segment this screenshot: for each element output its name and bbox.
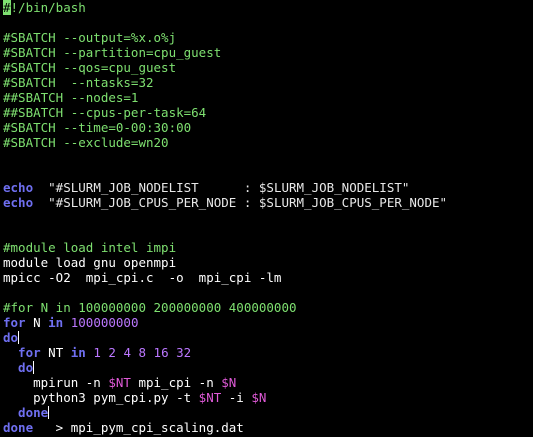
matching-cursor-marker bbox=[18, 331, 20, 344]
matching-cursor-marker bbox=[48, 406, 50, 419]
code-token: N bbox=[25, 315, 49, 330]
code-token: in bbox=[70, 345, 86, 360]
code-token: for bbox=[3, 345, 41, 360]
code-token: mpirun -n bbox=[3, 375, 109, 390]
code-token: $NT bbox=[198, 390, 222, 405]
code-line[interactable] bbox=[0, 210, 533, 225]
code-token: ##SBATCH --nodes=1 bbox=[3, 90, 139, 105]
code-line[interactable]: done > mpi_pym_cpi_scaling.dat bbox=[0, 420, 533, 435]
code-token: #for N in 100000000 200000000 400000000 bbox=[3, 300, 297, 315]
code-token: $SLURM_JOB_CPUS_PER_NODE bbox=[258, 195, 440, 210]
code-token: #SBATCH --ntasks=32 bbox=[3, 75, 154, 90]
code-token: echo bbox=[3, 180, 34, 195]
code-token: done bbox=[3, 405, 49, 420]
code-token: 100000000 bbox=[63, 315, 139, 330]
code-token: do bbox=[3, 330, 19, 345]
code-token: #SBATCH --exclude=wn20 bbox=[3, 135, 169, 150]
code-line[interactable]: #module load intel impi bbox=[0, 240, 533, 255]
code-token: for bbox=[3, 315, 26, 330]
code-token: echo bbox=[3, 195, 34, 210]
matching-cursor-marker bbox=[33, 361, 35, 374]
code-line[interactable] bbox=[0, 165, 533, 180]
code-token: > mpi_pym_cpi_scaling.dat bbox=[33, 420, 244, 435]
code-line[interactable]: ##SBATCH --nodes=1 bbox=[0, 90, 533, 105]
code-token: python3 pym_cpi.py -t bbox=[3, 390, 199, 405]
code-line[interactable]: #!/bin/bash bbox=[0, 0, 533, 15]
block-cursor: # bbox=[3, 0, 11, 15]
code-token: mpicc -O2 mpi_cpi.c -o mpi_cpi -lm bbox=[3, 270, 282, 285]
code-token: done bbox=[3, 420, 34, 435]
code-token: in bbox=[48, 315, 64, 330]
code-line[interactable] bbox=[0, 225, 533, 240]
code-token: -i bbox=[221, 390, 252, 405]
code-line[interactable] bbox=[0, 285, 533, 300]
code-token: $SLURM_JOB_NODELIST bbox=[258, 180, 402, 195]
code-line[interactable]: for NT in 1 2 4 8 16 32 bbox=[0, 345, 533, 360]
code-token: #SBATCH --partition=cpu_guest bbox=[3, 45, 222, 60]
code-line[interactable]: ##SBATCH --cpus-per-task=64 bbox=[0, 105, 533, 120]
code-line[interactable]: #for N in 100000000 200000000 400000000 bbox=[0, 300, 533, 315]
code-line[interactable] bbox=[0, 150, 533, 165]
code-token: " bbox=[401, 180, 410, 195]
code-line[interactable]: do bbox=[0, 360, 533, 375]
code-token: $N bbox=[221, 375, 237, 390]
code-line[interactable]: module load gnu openmpi bbox=[0, 255, 533, 270]
code-token: NT bbox=[40, 345, 71, 360]
code-line[interactable]: #SBATCH --output=%x.o%j bbox=[0, 30, 533, 45]
code-token: "#SLURM_JOB_NODELIST : bbox=[33, 180, 259, 195]
code-line[interactable]: #SBATCH --partition=cpu_guest bbox=[0, 45, 533, 60]
code-line[interactable]: #SBATCH --time=0-00:30:00 bbox=[0, 120, 533, 135]
code-line[interactable]: #SBATCH --ntasks=32 bbox=[0, 75, 533, 90]
code-token: $N bbox=[251, 390, 267, 405]
code-token: #!/bin/bash bbox=[3, 0, 86, 15]
code-token: mpi_cpi -n bbox=[130, 375, 222, 390]
code-line[interactable]: do bbox=[0, 330, 533, 345]
code-token: do bbox=[3, 360, 34, 375]
code-token: #SBATCH --time=0-00:30:00 bbox=[3, 120, 192, 135]
code-token: "#SLURM_JOB_CPUS_PER_NODE : bbox=[33, 195, 259, 210]
code-line[interactable]: mpicc -O2 mpi_cpi.c -o mpi_cpi -lm bbox=[0, 270, 533, 285]
code-line[interactable]: echo "#SLURM_JOB_CPUS_PER_NODE : $SLURM_… bbox=[0, 195, 533, 210]
code-token: ##SBATCH --cpus-per-task=64 bbox=[3, 105, 207, 120]
code-token: #module load intel impi bbox=[3, 240, 177, 255]
code-line[interactable]: python3 pym_cpi.py -t $NT -i $N bbox=[0, 390, 533, 405]
terminal-editor[interactable]: #!/bin/bash #SBATCH --output=%x.o%j #SBATC… bbox=[0, 0, 533, 437]
code-token: module load gnu openmpi bbox=[3, 255, 177, 270]
code-token: #SBATCH --output=%x.o%j bbox=[3, 30, 177, 45]
code-line[interactable]: #SBATCH --qos=cpu_guest bbox=[0, 60, 533, 75]
code-token: 1 2 4 8 16 32 bbox=[85, 345, 192, 360]
code-token: #SBATCH --qos=cpu_guest bbox=[3, 60, 177, 75]
code-line[interactable]: for N in 100000000 bbox=[0, 315, 533, 330]
code-line[interactable]: #SBATCH --exclude=wn20 bbox=[0, 135, 533, 150]
code-token: " bbox=[439, 195, 448, 210]
code-line[interactable] bbox=[0, 15, 533, 30]
code-line[interactable]: mpirun -n $NT mpi_cpi -n $N bbox=[0, 375, 533, 390]
shebang-text: !/bin/bash bbox=[10, 0, 86, 15]
code-line[interactable]: done bbox=[0, 405, 533, 420]
code-line[interactable]: echo "#SLURM_JOB_NODELIST : $SLURM_JOB_N… bbox=[0, 180, 533, 195]
code-token: $NT bbox=[108, 375, 131, 390]
